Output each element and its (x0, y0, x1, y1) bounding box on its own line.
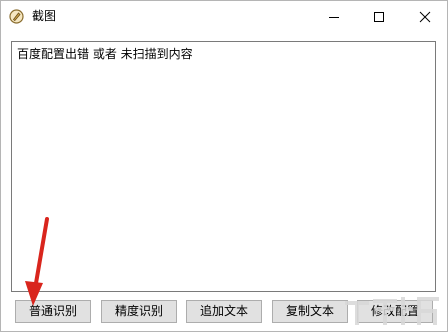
modify-config-button[interactable]: 修改配置 (357, 300, 433, 323)
maximize-icon (373, 11, 384, 22)
minimize-button[interactable] (311, 1, 356, 32)
close-icon (419, 11, 430, 22)
copy-text-button[interactable]: 复制文本 (272, 300, 348, 323)
title-bar: 截图 (1, 1, 447, 32)
normal-ocr-button[interactable]: 普通识别 (15, 300, 91, 323)
window-title: 截图 (32, 9, 57, 23)
screenshot-window: 截图 百度配置出错 或者 未扫描到内容 普通识别 精度识别 追加文本 复制文本 … (0, 0, 448, 332)
append-text-button[interactable]: 追加文本 (186, 300, 262, 323)
close-button[interactable] (402, 1, 447, 32)
pen-nib-icon (9, 9, 24, 24)
minimize-icon (328, 16, 339, 18)
maximize-button[interactable] (356, 1, 401, 32)
precise-ocr-button[interactable]: 精度识别 (101, 300, 177, 323)
result-text-area[interactable]: 百度配置出错 或者 未扫描到内容 (11, 41, 436, 292)
